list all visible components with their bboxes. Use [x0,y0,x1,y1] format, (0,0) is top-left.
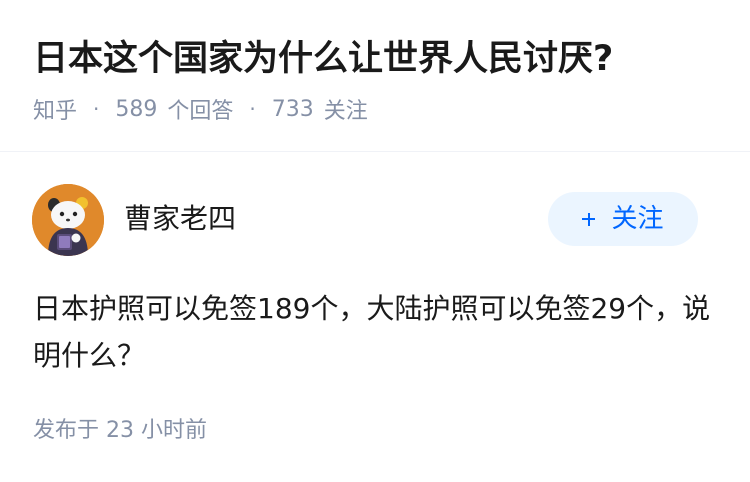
question-header: 日本这个国家为什么让世界人民讨厌? 知乎 · 589 个回答 · 733 关注 [0,0,750,150]
follow-button[interactable]: 关注 [548,192,698,246]
plus-icon [582,212,596,226]
question-meta: 知乎 · 589 个回答 · 733 关注 [33,92,368,126]
source-label[interactable]: 知乎 [33,93,77,125]
meta-separator: · [93,97,100,121]
follow-button-label: 关注 [611,204,664,234]
author-row: 曹家老四 关注 [0,182,750,258]
follower-count-label: 关注 [323,99,368,124]
publish-time: 发布于 23 小时前 [33,418,207,443]
answer-count-label[interactable]: 个回答 [167,93,233,125]
author-avatar[interactable] [32,184,104,256]
answer-content[interactable]: 日本护照可以免签189个，大陆护照可以免签29个，说明什么？ [33,285,723,379]
section-divider [0,151,750,152]
meta-separator: · [249,97,256,121]
answer-count[interactable]: 589 [115,97,157,122]
question-title[interactable]: 日本这个国家为什么让世界人民讨厌? [33,34,613,84]
follower-count: 733 [271,96,314,122]
cartoon-avatar-icon [32,184,104,256]
author-name[interactable]: 曹家老四 [124,199,236,239]
